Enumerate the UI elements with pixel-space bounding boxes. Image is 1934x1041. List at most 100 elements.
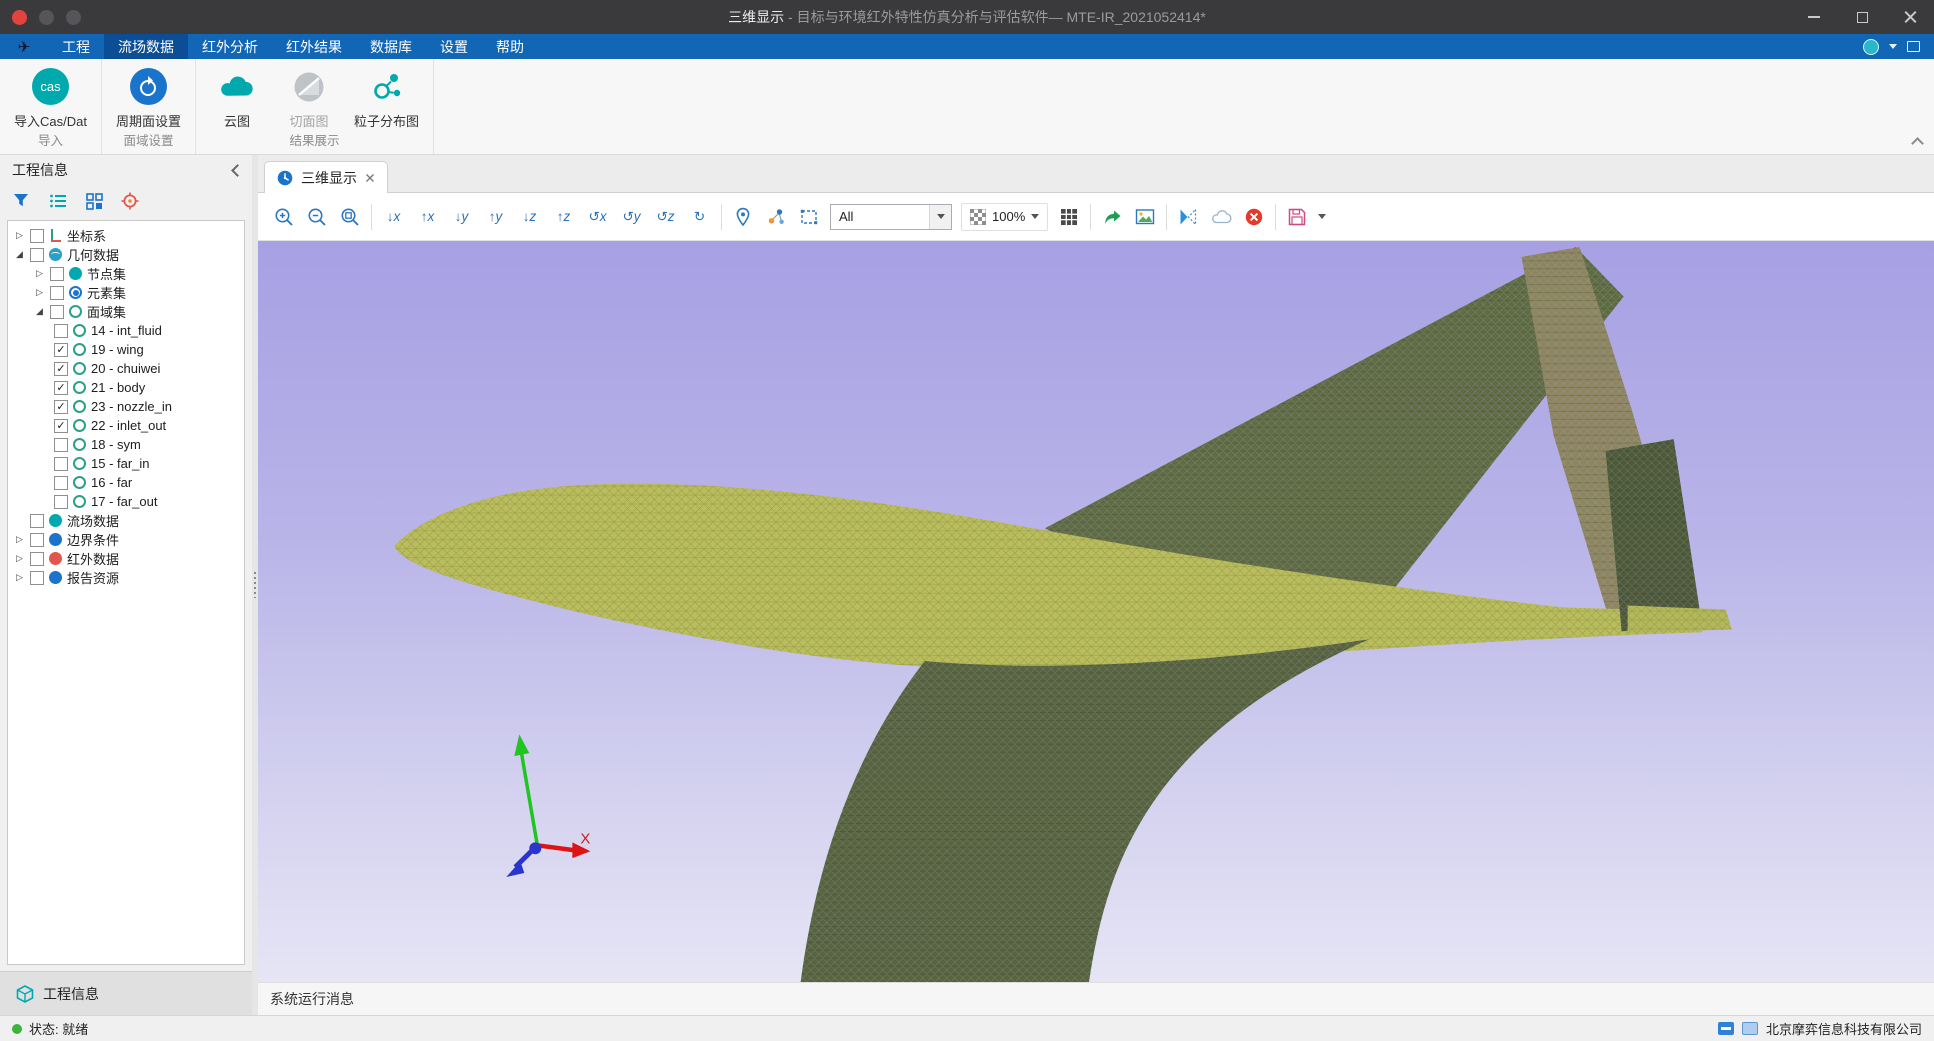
tree-item-far[interactable]: 16 - far [8,473,244,492]
tree-item-flow-data[interactable]: 流场数据 [8,511,244,530]
menu-item-project[interactable]: 工程 [48,34,104,59]
tree-item-int-fluid[interactable]: 14 - int_fluid [8,321,244,340]
menu-item-settings[interactable]: 设置 [426,34,482,59]
menu-item-ir-results[interactable]: 红外结果 [272,34,356,59]
rotate-cw-button[interactable]: ↻ [687,209,712,225]
tree-item-report-resource[interactable]: ▷ 报告资源 [8,568,244,587]
checkbox[interactable]: ✓ [54,381,68,395]
app-badge-icon[interactable] [12,10,27,25]
tree-item-element-set[interactable]: ▷ 元素集 [8,283,244,302]
expander-icon[interactable]: ▷ [14,553,25,564]
checkbox[interactable]: ✓ [54,400,68,414]
checkbox[interactable]: ✓ [54,419,68,433]
zoom-out-icon[interactable] [305,205,329,229]
menu-caret-icon[interactable] [1889,44,1897,49]
clear-results-icon[interactable] [1242,205,1266,229]
checkbox[interactable] [30,571,44,585]
tab-3d-display[interactable]: 三维显示 [264,161,388,193]
checkbox[interactable]: ✓ [54,362,68,376]
list-view-icon[interactable] [48,191,68,211]
checkbox[interactable] [30,248,44,262]
tree-item-geometry-data[interactable]: ◢ 几何数据 [8,245,244,264]
save-view-icon[interactable] [1285,205,1309,229]
account-icon[interactable] [1863,39,1879,55]
checkbox[interactable] [50,267,64,281]
checkbox[interactable] [30,552,44,566]
mirror-icon[interactable] [1176,205,1200,229]
project-info-bottom-tab[interactable]: 工程信息 [0,971,252,1015]
expander-icon[interactable]: ◢ [34,306,45,317]
checkbox[interactable] [30,514,44,528]
checkbox[interactable] [50,286,64,300]
maximize-button[interactable] [1838,0,1886,34]
checkbox[interactable] [54,457,68,471]
menu-item-ir-analysis[interactable]: 红外分析 [188,34,272,59]
filter-icon[interactable] [12,191,32,211]
checkbox[interactable] [50,305,64,319]
display-filter-caret-button[interactable] [929,205,951,229]
locate-target-icon[interactable] [120,191,140,211]
menu-item-database[interactable]: 数据库 [356,34,426,59]
tree-item-body[interactable]: ✓ 21 - body [8,378,244,397]
tree-item-far-out[interactable]: 17 - far_out [8,492,244,511]
export-arrow-icon[interactable] [1100,205,1124,229]
panel-collapse-icon[interactable] [230,165,240,175]
view-up-x-button[interactable]: ↑x [415,209,440,224]
view-down-z-button[interactable]: ↓z [517,209,542,224]
tree-item-coordinate-system[interactable]: ▷ 坐标系 [8,226,244,245]
ribbon-collapse-icon[interactable] [1912,136,1922,146]
log-panel-icon[interactable] [1718,1022,1734,1035]
close-button[interactable] [1886,0,1934,34]
particle-trace-icon[interactable] [764,205,788,229]
tree-item-face-set[interactable]: ◢ 面域集 [8,302,244,321]
contour-map-button[interactable]: 云图 [204,61,270,130]
tree-item-nozzle-in[interactable]: ✓ 23 - nozzle_in [8,397,244,416]
menu-item-help[interactable]: 帮助 [482,34,538,59]
tree-item-node-set[interactable]: ▷ 节点集 [8,264,244,283]
tree-item-sym[interactable]: 18 - sym [8,435,244,454]
expander-icon[interactable]: ▷ [14,230,25,241]
zoom-in-icon[interactable] [272,205,296,229]
quick-access-button-2[interactable] [66,10,81,25]
console-panel-icon[interactable] [1742,1022,1758,1035]
expander-icon[interactable]: ▷ [14,534,25,545]
box-select-icon[interactable] [797,205,821,229]
save-view-caret-icon[interactable] [1318,214,1326,219]
rotate-ccw-x-button[interactable]: ↺x [585,209,610,225]
view-up-y-button[interactable]: ↑y [483,209,508,224]
tree-item-infrared-data[interactable]: ▷ 红外数据 [8,549,244,568]
zoom-fit-icon[interactable] [338,205,362,229]
system-message-bar[interactable]: 系统运行消息 [258,982,1934,1015]
tree-item-wing[interactable]: ✓ 19 - wing [8,340,244,359]
window-layout-icon[interactable] [1907,41,1920,52]
menu-item-flow-data[interactable]: 流场数据 [104,34,188,59]
expander-icon[interactable]: ▷ [14,572,25,583]
snapshot-image-icon[interactable] [1133,205,1157,229]
mesh-grid-toggle[interactable] [1057,205,1081,229]
tree-item-chuiwei[interactable]: ✓ 20 - chuiwei [8,359,244,378]
expander-icon[interactable]: ◢ [14,249,25,260]
checkbox[interactable]: ✓ [54,343,68,357]
tree-item-far-in[interactable]: 15 - far_in [8,454,244,473]
display-filter-dropdown[interactable]: All [830,204,952,230]
tree-item-boundary-condition[interactable]: ▷ 边界条件 [8,530,244,549]
checkbox[interactable] [54,495,68,509]
view-down-y-button[interactable]: ↓y [449,209,474,224]
expander-icon[interactable]: ▷ [34,268,45,279]
slice-map-button[interactable]: 切面图 [276,61,342,130]
tab-close-icon[interactable] [365,173,375,183]
rotate-ccw-y-button[interactable]: ↺y [619,209,644,225]
cloud-display-icon[interactable] [1209,205,1233,229]
import-casdat-button[interactable]: cas 导入Cas/Dat [8,61,93,130]
checkbox[interactable] [30,533,44,547]
viewport-3d[interactable]: X [258,241,1934,982]
checkbox[interactable] [54,324,68,338]
checkbox[interactable] [54,438,68,452]
zoom-level-dropdown[interactable]: 100% [961,203,1048,231]
rotate-ccw-z-button[interactable]: ↺z [653,209,678,225]
grid-view-icon[interactable] [84,191,104,211]
view-up-z-button[interactable]: ↑z [551,209,576,224]
particle-distribution-button[interactable]: 粒子分布图 [348,61,425,130]
view-down-x-button[interactable]: ↓x [381,209,406,224]
tree-item-inlet-out[interactable]: ✓ 22 - inlet_out [8,416,244,435]
